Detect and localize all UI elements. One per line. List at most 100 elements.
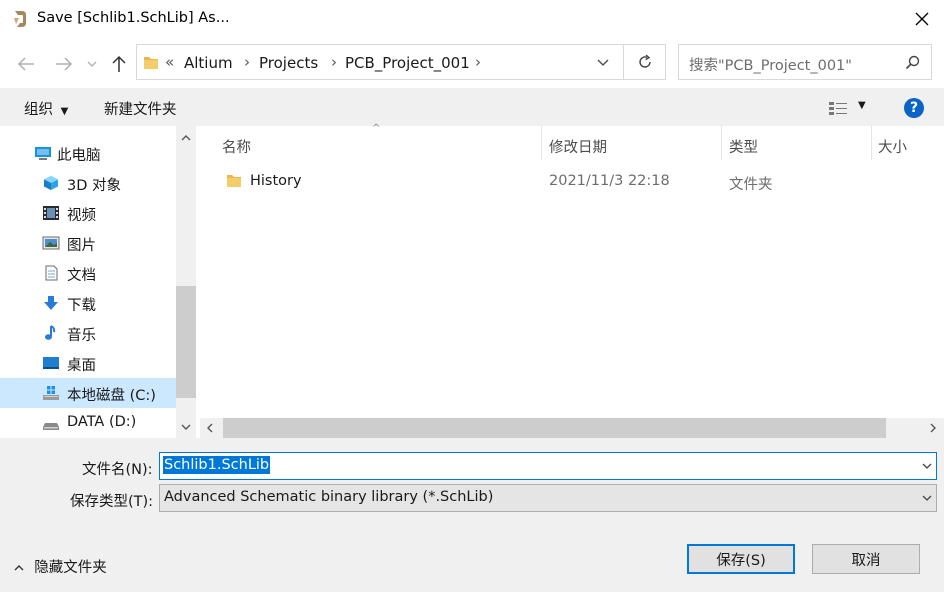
sidebar-item-desktop[interactable]: 桌面 bbox=[0, 348, 176, 378]
chevron-up-icon bbox=[14, 565, 24, 571]
organize-label: 组织 bbox=[24, 102, 53, 118]
column-header-type[interactable]: 类型 bbox=[729, 136, 758, 157]
sidebar-item-label: 3D 对象 bbox=[67, 178, 121, 194]
sidebar-item-this-pc[interactable]: 此电脑 bbox=[0, 138, 176, 168]
help-icon[interactable]: ? bbox=[904, 98, 924, 118]
caret-down-icon: ▼ bbox=[858, 100, 866, 111]
save-button[interactable]: 保存(S) bbox=[687, 544, 795, 574]
column-header-size[interactable]: 大小 bbox=[878, 136, 907, 157]
sort-ascending-icon: ^ bbox=[372, 123, 381, 134]
back-button[interactable] bbox=[15, 54, 37, 74]
close-button[interactable] bbox=[900, 0, 944, 38]
forward-button[interactable] bbox=[53, 54, 75, 74]
column-header-name[interactable]: 名称 bbox=[222, 136, 251, 157]
refresh-button[interactable] bbox=[624, 44, 666, 80]
download-icon bbox=[44, 296, 58, 310]
filetype-select[interactable]: Advanced Schematic binary library (*.Sch… bbox=[159, 484, 937, 512]
chevron-down-icon[interactable] bbox=[922, 495, 932, 502]
column-header-modified[interactable]: 修改日期 bbox=[549, 136, 607, 157]
sidebar-item-label: 文档 bbox=[67, 268, 96, 284]
sidebar-item-label: 桌面 bbox=[67, 358, 96, 374]
column-divider[interactable] bbox=[541, 126, 542, 160]
close-icon bbox=[915, 12, 929, 26]
search-icon[interactable] bbox=[905, 55, 921, 71]
sidebar-item-downloads[interactable]: 下载 bbox=[0, 288, 176, 318]
sidebar-item-music[interactable]: 音乐 bbox=[0, 318, 176, 348]
window-title: Save [Schlib1.SchLib] As... bbox=[37, 10, 230, 26]
video-icon bbox=[43, 206, 59, 220]
chevron-down-icon bbox=[87, 61, 97, 67]
scrollbar-thumb[interactable] bbox=[223, 418, 886, 438]
organize-menu-button[interactable]: 组织 ▼ bbox=[24, 98, 68, 119]
file-modified: 2021/11/3 22:18 bbox=[549, 173, 670, 189]
up-button[interactable] bbox=[108, 54, 130, 74]
folder-icon bbox=[227, 175, 241, 187]
recent-locations-button[interactable] bbox=[84, 54, 100, 74]
caret-down-icon: ▼ bbox=[60, 106, 69, 117]
picture-icon bbox=[42, 236, 60, 250]
file-list-horizontal-scrollbar[interactable] bbox=[200, 418, 944, 438]
new-folder-button[interactable]: 新建文件夹 bbox=[104, 98, 177, 119]
arrow-left-icon bbox=[17, 57, 34, 71]
chevron-right-icon[interactable] bbox=[929, 423, 937, 433]
search-box[interactable]: 搜索"PCB_Project_001" bbox=[678, 44, 932, 80]
sidebar-item-documents[interactable]: 文档 bbox=[0, 258, 176, 288]
view-options-button[interactable]: ▼ bbox=[826, 98, 870, 118]
chevron-down-icon[interactable] bbox=[181, 423, 191, 431]
sidebar-scrollbar[interactable] bbox=[176, 126, 196, 438]
sidebar-item-label: 下载 bbox=[67, 298, 96, 314]
chevron-left-icon[interactable] bbox=[206, 423, 214, 433]
filename-value[interactable]: Schlib1.SchLib bbox=[163, 456, 271, 474]
chevron-right-icon[interactable]: › bbox=[475, 53, 481, 71]
chevron-right-icon[interactable]: › bbox=[331, 53, 337, 71]
refresh-icon bbox=[638, 54, 651, 68]
filename-input[interactable]: Schlib1.SchLib bbox=[159, 452, 937, 480]
breadcrumb-pcb-project[interactable]: PCB_Project_001 bbox=[345, 54, 470, 72]
file-type: 文件夹 bbox=[729, 177, 773, 193]
document-icon bbox=[45, 265, 58, 281]
filetype-value: Advanced Schematic binary library (*.Sch… bbox=[164, 489, 494, 505]
sidebar-item-label: 本地磁盘 (C:) bbox=[67, 388, 156, 404]
chevron-up-icon[interactable] bbox=[181, 134, 191, 142]
overflow-indicator[interactable]: « bbox=[165, 53, 174, 71]
table-row[interactable]: History 2021/11/3 22:18 文件夹 bbox=[218, 168, 918, 196]
arrow-right-icon bbox=[56, 57, 73, 71]
windows-drive-icon bbox=[43, 386, 59, 400]
computer-icon bbox=[35, 147, 51, 160]
music-icon bbox=[45, 325, 56, 340]
drive-icon bbox=[43, 423, 59, 430]
sidebar-item-label: 此电脑 bbox=[57, 148, 101, 164]
sidebar-item-pictures[interactable]: 图片 bbox=[0, 228, 176, 258]
search-placeholder: 搜索"PCB_Project_001" bbox=[689, 58, 852, 74]
sidebar-item-local-disk-c[interactable]: 本地磁盘 (C:) bbox=[0, 378, 176, 408]
breadcrumb-altium[interactable]: Altium bbox=[184, 54, 233, 72]
file-name: History bbox=[250, 173, 302, 189]
sidebar-item-data-d[interactable]: DATA (D:) bbox=[0, 408, 176, 438]
cancel-button[interactable]: 取消 bbox=[812, 544, 920, 574]
sidebar-item-3d-objects[interactable]: 3D 对象 bbox=[0, 168, 176, 198]
sidebar-item-label: 图片 bbox=[67, 238, 96, 254]
chevron-down-icon[interactable] bbox=[597, 59, 609, 67]
sidebar-item-label: 视频 bbox=[67, 208, 96, 224]
altium-app-icon bbox=[14, 11, 26, 27]
arrow-up-icon bbox=[112, 55, 126, 72]
column-divider[interactable] bbox=[871, 126, 872, 160]
column-divider[interactable] bbox=[721, 126, 722, 160]
details-view-icon bbox=[829, 102, 847, 115]
filename-label: 文件名(N): bbox=[82, 462, 153, 478]
folder-icon bbox=[144, 57, 158, 69]
sidebar-item-videos[interactable]: 视频 bbox=[0, 198, 176, 228]
desktop-icon bbox=[43, 357, 59, 369]
sidebar-item-label: 音乐 bbox=[67, 328, 96, 344]
file-list: ^ 名称 修改日期 类型 大小 History 2021/11/3 22:18 … bbox=[196, 123, 944, 438]
filetype-label: 保存类型(T): bbox=[70, 494, 154, 510]
address-bar[interactable]: « Altium › Projects › PCB_Project_001 › bbox=[136, 44, 624, 80]
breadcrumb-projects[interactable]: Projects bbox=[259, 54, 318, 72]
chevron-down-icon[interactable] bbox=[922, 463, 932, 470]
hide-folders-label: 隐藏文件夹 bbox=[34, 560, 107, 576]
scrollbar-thumb[interactable] bbox=[176, 286, 196, 398]
sidebar-item-label: DATA (D:) bbox=[67, 414, 137, 430]
chevron-right-icon[interactable]: › bbox=[244, 53, 250, 71]
hide-folders-toggle[interactable]: 隐藏文件夹 bbox=[14, 556, 107, 577]
cube-3d-icon bbox=[44, 176, 58, 190]
